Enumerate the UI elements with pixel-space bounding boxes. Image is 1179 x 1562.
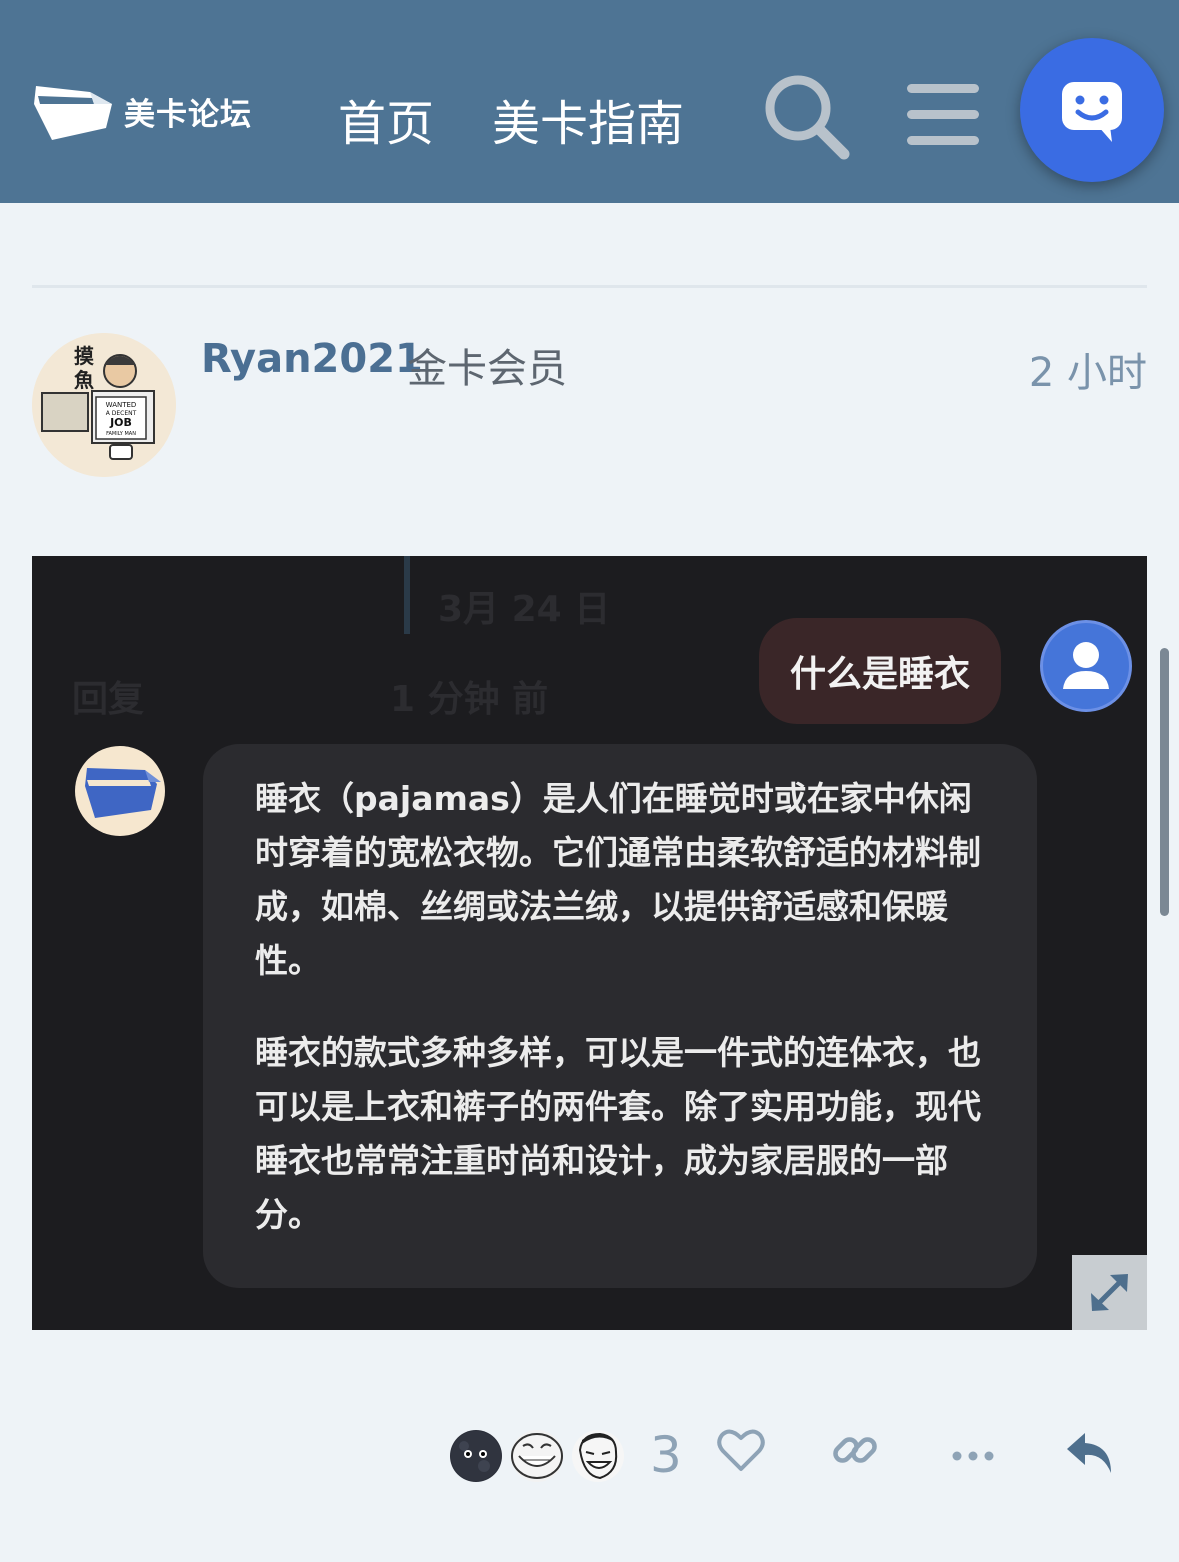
share-link-button[interactable] bbox=[830, 1425, 880, 1479]
reaction-new-moon-face[interactable] bbox=[450, 1430, 502, 1482]
post-username[interactable]: Ryan2021 bbox=[201, 336, 423, 382]
expand-image-button[interactable] bbox=[1072, 1255, 1147, 1330]
nav-home[interactable]: 首页 bbox=[338, 84, 434, 154]
chat-button[interactable] bbox=[1020, 38, 1164, 182]
post-time[interactable]: 2 小时 bbox=[1029, 340, 1147, 398]
sign-text-4: FAMILY MAN bbox=[106, 431, 136, 437]
user-message-text: 什么是睡衣 bbox=[789, 654, 970, 695]
more-actions-button[interactable] bbox=[948, 1425, 998, 1479]
reply-button[interactable] bbox=[1063, 1425, 1117, 1483]
post-divider bbox=[32, 285, 1147, 288]
avatar[interactable]: 摸 魚 WANTED A DECENT JOB FAMILY MAN bbox=[32, 333, 176, 477]
faded-time: 1 分钟 前 bbox=[390, 679, 549, 720]
sign-text-1: WANTED bbox=[106, 401, 137, 409]
reaction-trollface[interactable] bbox=[511, 1430, 563, 1482]
reply-icon bbox=[1067, 1433, 1111, 1473]
faded-reply: 回复 bbox=[72, 679, 145, 720]
site-logo[interactable]: 美卡论坛 bbox=[32, 80, 252, 142]
post-image[interactable]: 3月 24 日 回复 1 分钟 前 什么是睡衣 睡衣（pajamas）是人们在睡… bbox=[32, 556, 1147, 1330]
bot-paragraph-1: 睡衣（pajamas）是人们在睡觉时或在家中休闲时穿着的宽松衣物。它们通常由柔软… bbox=[255, 779, 981, 980]
more-icon bbox=[952, 1451, 994, 1461]
search-icon[interactable] bbox=[762, 72, 852, 166]
sign-text-3: JOB bbox=[109, 416, 132, 429]
nav-guide[interactable]: 美卡指南 bbox=[492, 84, 684, 154]
faded-timeline-bar bbox=[404, 556, 410, 634]
bot-message-bubble: 睡衣（pajamas）是人们在睡觉时或在家中休闲时穿着的宽松衣物。它们通常由柔软… bbox=[203, 744, 1037, 1288]
site-header: 美卡论坛 首页 美卡指南 bbox=[0, 0, 1179, 203]
user-avatar bbox=[1040, 620, 1132, 712]
hamburger-menu-icon[interactable] bbox=[905, 82, 981, 152]
bot-paragraph-2: 睡衣的款式多种多样，可以是一件式的连体衣，也可以是上衣和裤子的两件套。除了实用功… bbox=[255, 1033, 981, 1234]
chat-icon bbox=[1062, 82, 1122, 142]
heart-icon bbox=[717, 1429, 765, 1471]
post-user-title: 金卡会员 bbox=[407, 346, 567, 392]
bot-avatar bbox=[75, 746, 165, 836]
person-icon bbox=[1063, 642, 1109, 689]
site-logo-text: 美卡论坛 bbox=[124, 96, 252, 133]
user-message-bubble: 什么是睡衣 bbox=[759, 618, 1001, 724]
scrollbar[interactable] bbox=[1160, 648, 1169, 916]
like-button[interactable] bbox=[716, 1425, 766, 1479]
expand-icon bbox=[1091, 1274, 1128, 1311]
avatar-text-2: 魚 bbox=[74, 368, 94, 392]
link-icon bbox=[833, 1437, 877, 1463]
logo-card-icon bbox=[34, 86, 112, 140]
avatar-text-1: 摸 bbox=[74, 344, 94, 368]
logo-card-icon bbox=[85, 768, 161, 818]
reaction-laughing-face[interactable] bbox=[572, 1430, 624, 1482]
faded-date: 3月 24 日 bbox=[438, 589, 611, 630]
reaction-count[interactable]: 3 bbox=[650, 1426, 682, 1484]
